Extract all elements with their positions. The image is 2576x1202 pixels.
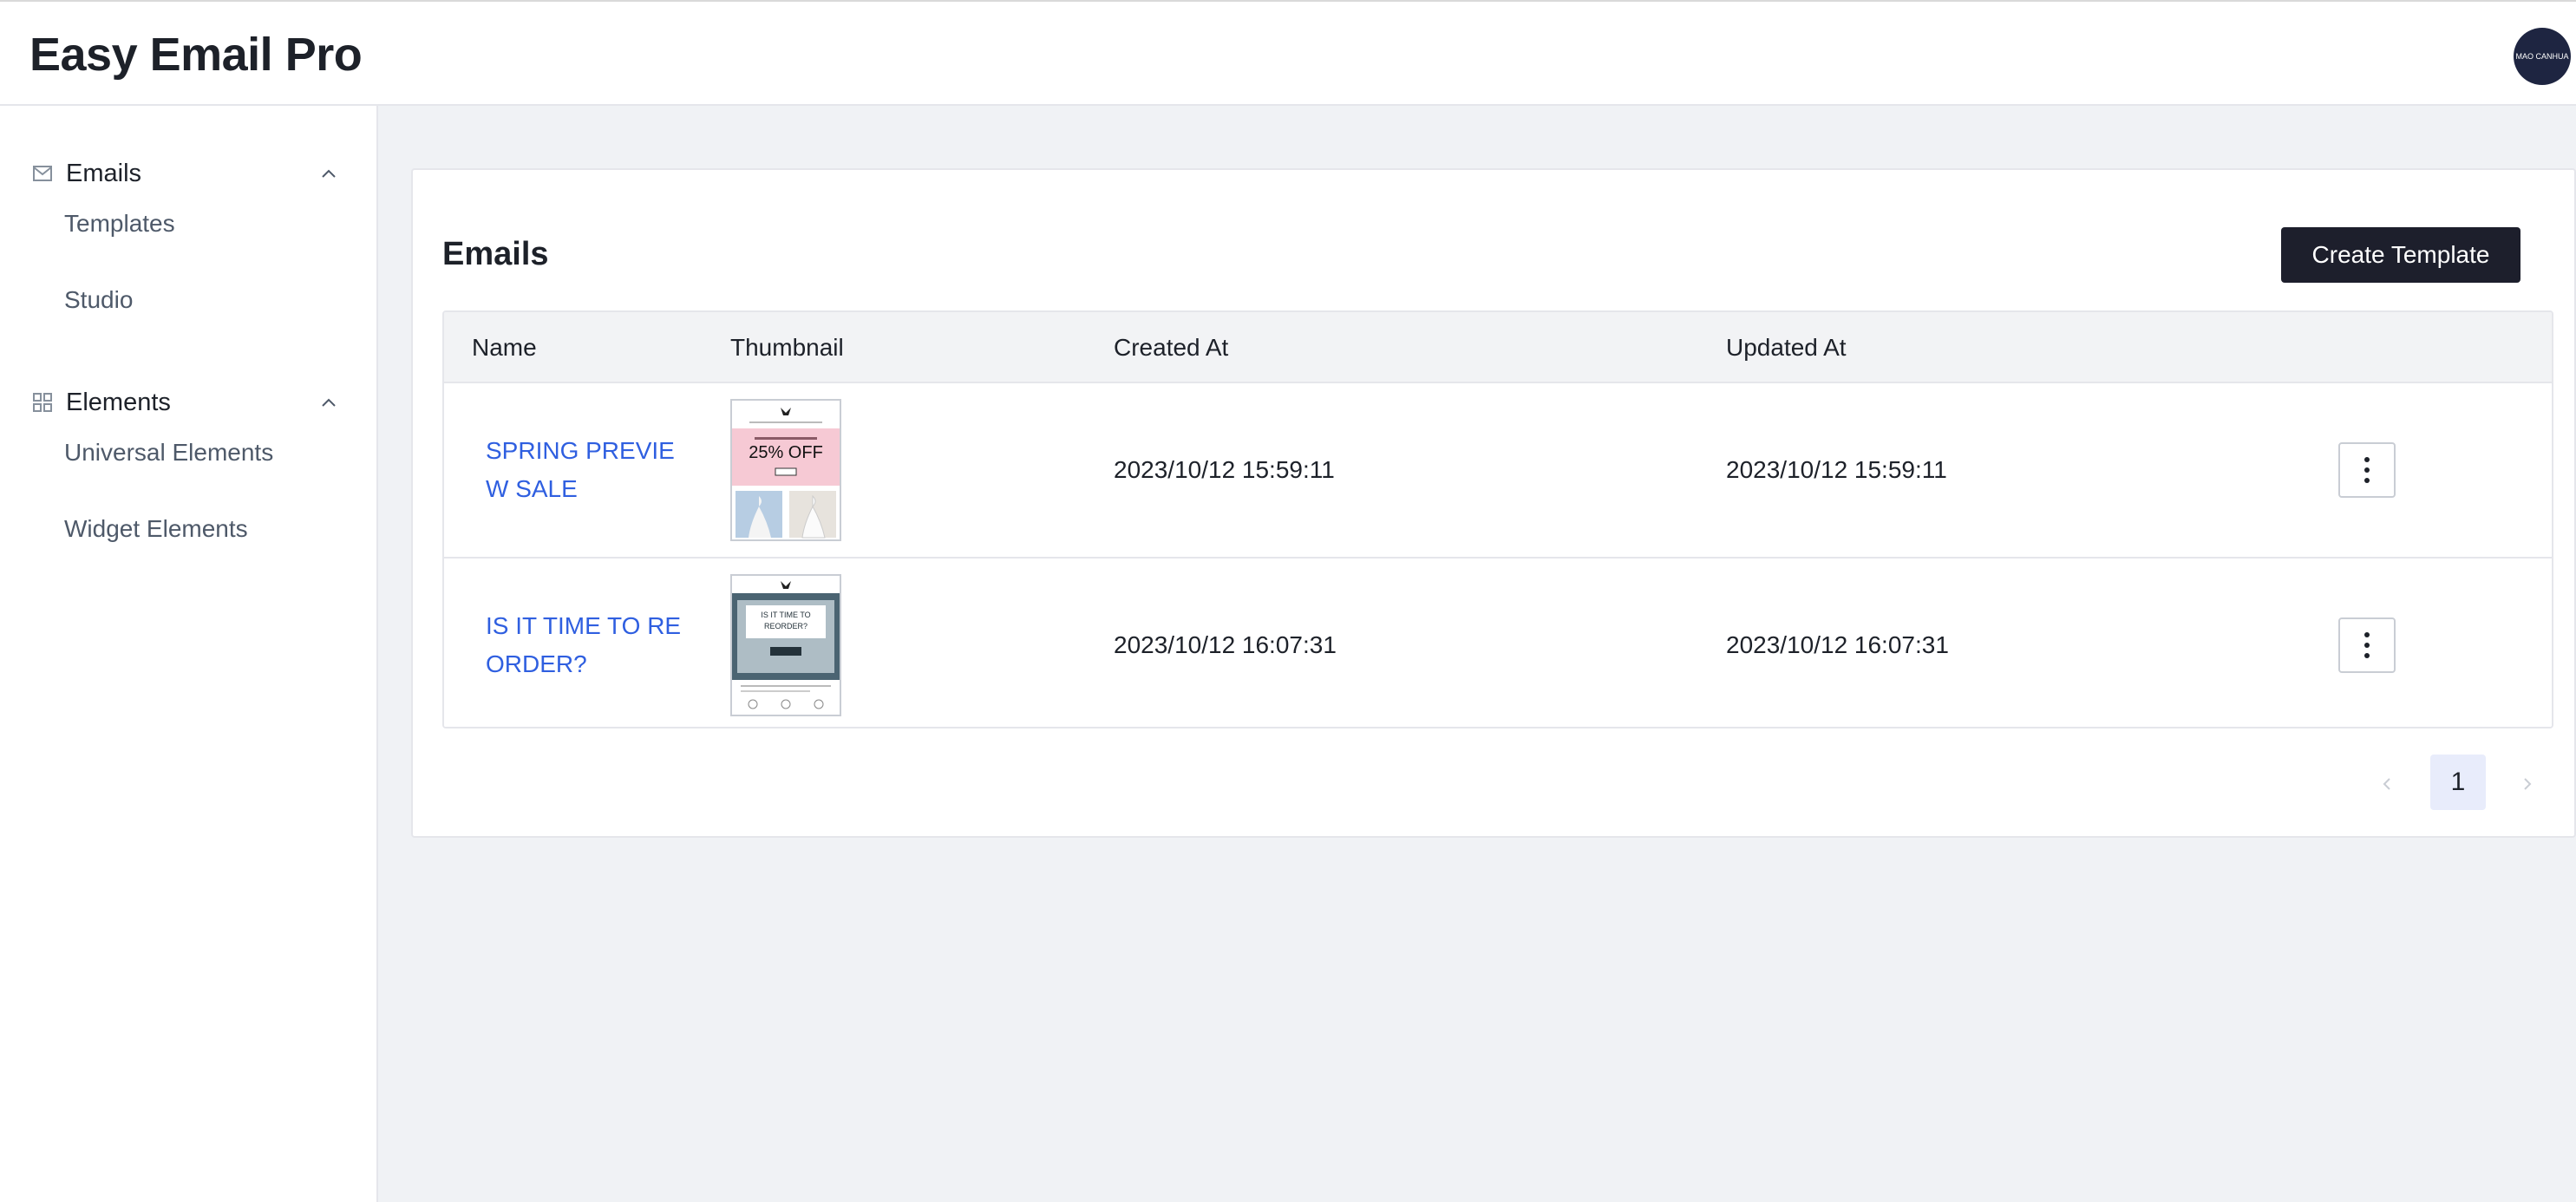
table-row: SPRING PREVIEW SALE 25% OFF 2023/10/12 1… [444, 383, 2552, 559]
template-thumbnail[interactable]: IS IT TIME TO REORDER? [730, 574, 841, 716]
emails-card: Emails Create Template Name Thumbnail Cr… [411, 168, 2576, 838]
sidebar: Emails Templates Studio Elements Univers… [0, 106, 378, 1202]
svg-text:REORDER?: REORDER? [764, 622, 807, 630]
pagination-page-1[interactable]: 1 [2430, 755, 2486, 810]
sidebar-item-universal-elements[interactable]: Universal Elements [64, 428, 273, 477]
template-name-link[interactable]: IS IT TIME TO REORDER? [486, 607, 694, 683]
row-actions-button[interactable] [2338, 617, 2396, 673]
sidebar-item-widget-elements[interactable]: Widget Elements [64, 505, 248, 553]
sidebar-item-templates[interactable]: Templates [64, 199, 175, 248]
sidebar-group-elements[interactable]: Elements [0, 376, 376, 428]
thumbnail-image: IS IT TIME TO REORDER? [732, 576, 840, 715]
updated-at-cell: 2023/10/12 16:07:31 [1726, 631, 1949, 658]
thumbnail-headline: 25% OFF [749, 443, 823, 462]
thumbnail-image: 25% OFF [732, 401, 840, 539]
more-dot [2364, 653, 2370, 658]
sidebar-group-label: Emails [66, 159, 142, 187]
column-header-thumbnail: Thumbnail [730, 334, 844, 361]
template-name-link[interactable]: SPRING PREVIEW SALE [486, 432, 694, 508]
more-dot [2364, 643, 2370, 648]
chevron-left-icon [2383, 778, 2390, 790]
top-header: Easy Email Pro MAO CANHUA [0, 0, 2576, 106]
page-title: Emails [442, 236, 549, 272]
column-header-created-at: Created At [1114, 334, 1229, 361]
template-thumbnail[interactable]: 25% OFF [730, 399, 841, 541]
more-dot [2364, 478, 2370, 483]
chevron-up-icon[interactable] [317, 391, 340, 414]
chevron-right-icon [2524, 778, 2532, 790]
created-at-cell: 2023/10/12 15:59:11 [1114, 456, 1335, 483]
app-title: Easy Email Pro [29, 29, 363, 81]
create-template-button[interactable]: Create Template [2281, 227, 2520, 283]
mail-icon [33, 166, 52, 181]
svg-text:IS IT TIME TO: IS IT TIME TO [761, 611, 810, 619]
column-header-updated-at: Updated At [1726, 334, 1847, 361]
more-dot [2364, 632, 2370, 637]
grid-icon [33, 393, 52, 412]
pagination-prev-button[interactable] [2370, 756, 2404, 812]
row-actions-button[interactable] [2338, 442, 2396, 498]
sidebar-group-label: Elements [66, 388, 171, 416]
user-avatar[interactable]: MAO CANHUA [2514, 28, 2571, 85]
sidebar-item-studio[interactable]: Studio [64, 276, 133, 324]
table-header: Name Thumbnail Created At Updated At [444, 312, 2552, 383]
table-row: IS IT TIME TO REORDER? IS IT TIME TO REO… [444, 559, 2552, 727]
chevron-up-icon[interactable] [317, 162, 340, 185]
more-dot [2364, 467, 2370, 473]
created-at-cell: 2023/10/12 16:07:31 [1114, 631, 1337, 658]
updated-at-cell: 2023/10/12 15:59:11 [1726, 456, 1947, 483]
more-dot [2364, 457, 2370, 462]
emails-table: Name Thumbnail Created At Updated At SPR… [442, 310, 2553, 728]
column-header-name: Name [472, 334, 537, 361]
pagination-next-button[interactable] [2510, 756, 2545, 812]
sidebar-group-emails[interactable]: Emails [0, 147, 376, 199]
